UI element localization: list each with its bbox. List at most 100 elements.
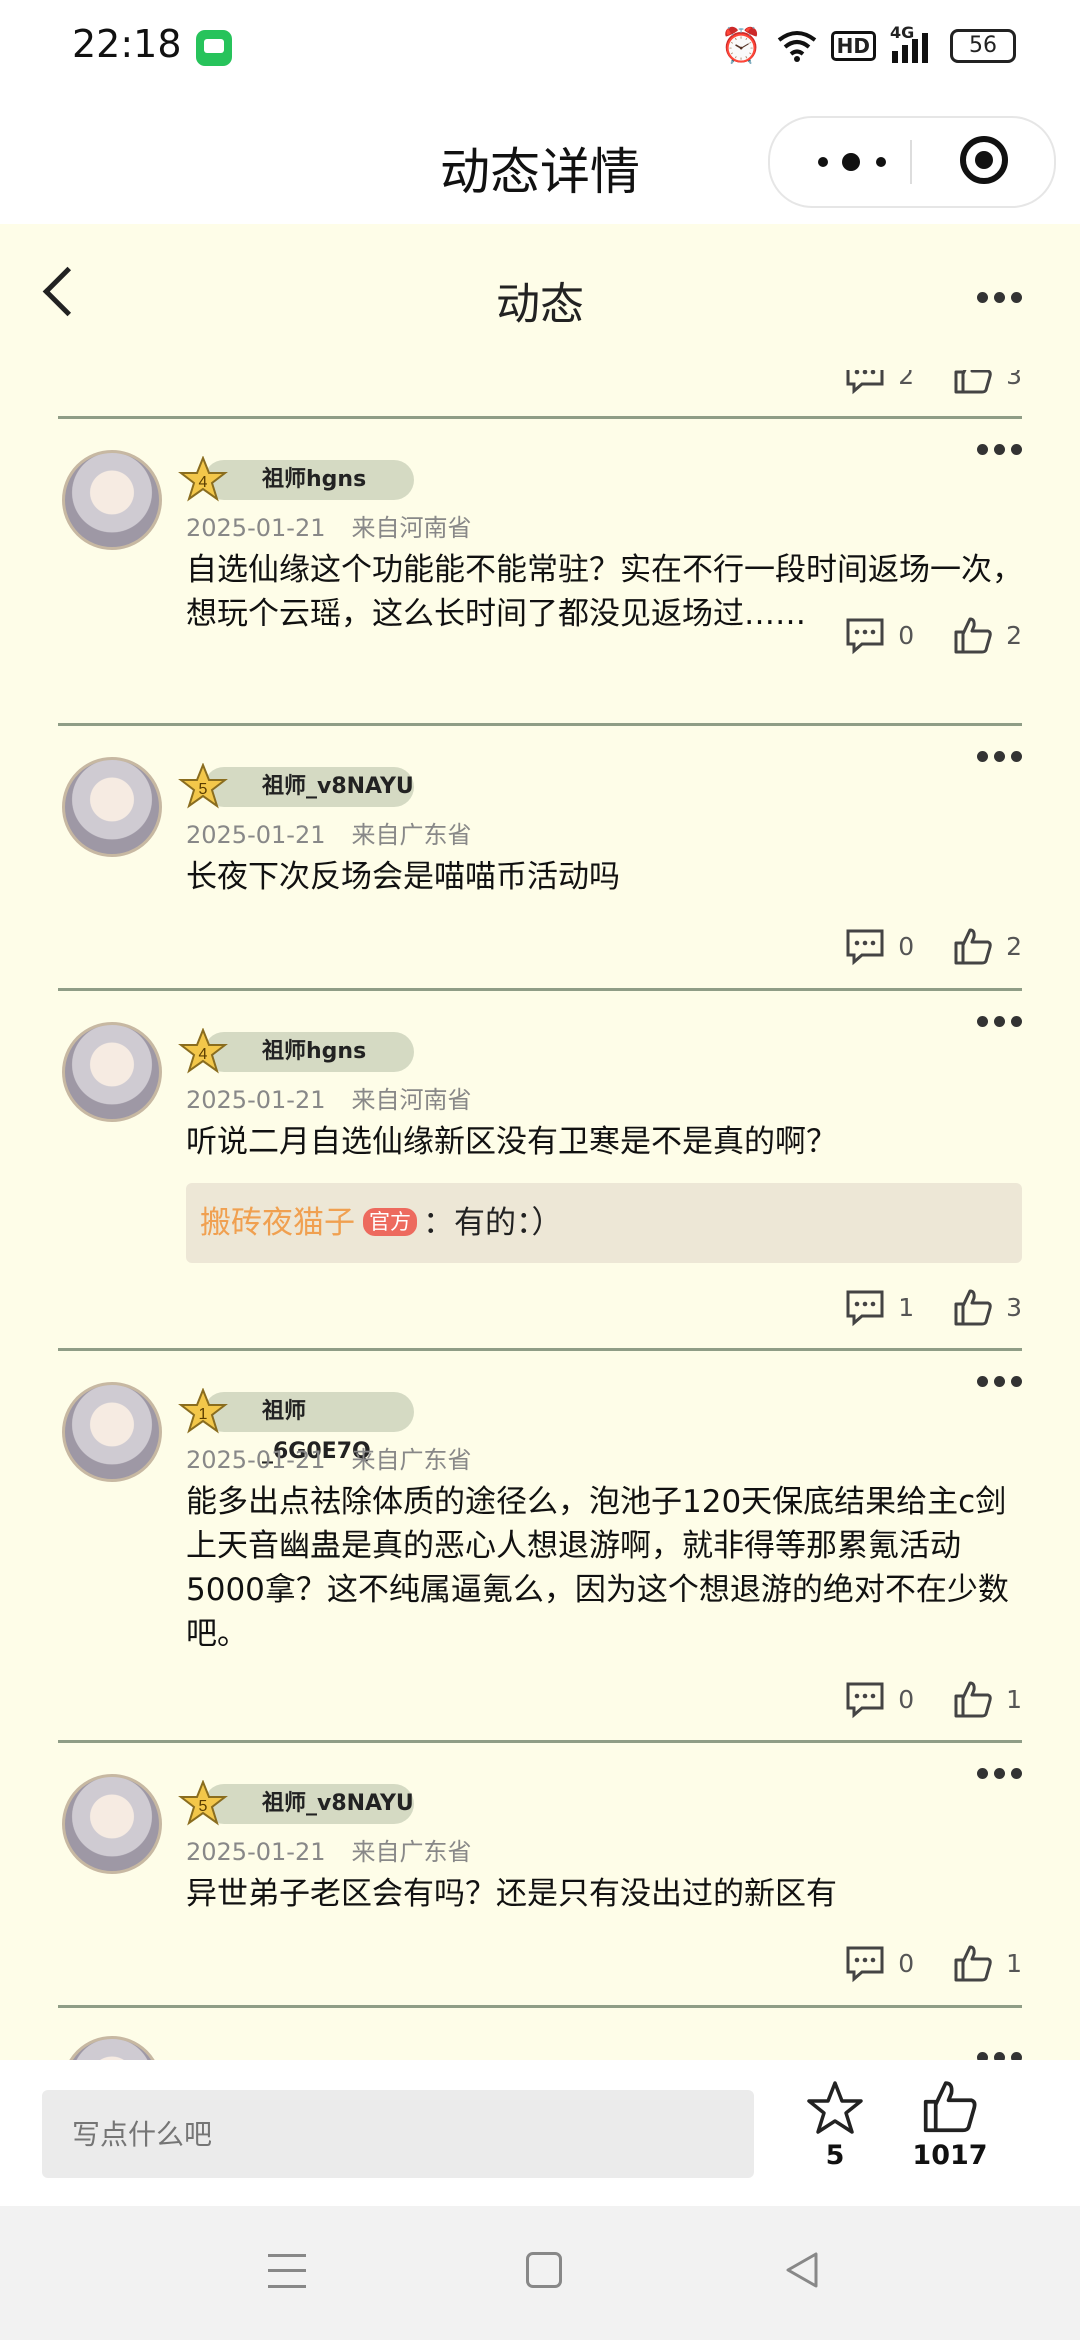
username[interactable]: 祖师hgns (204, 460, 414, 500)
username[interactable]: 祖师hgns (204, 1032, 414, 1072)
post-meta: 2025-01-21 来自广东省 (186, 1440, 471, 1475)
post-item: 祖师_v8NAYU 5 2025-01-21 来自广东省 异世弟子老区会有吗？还是… (0, 1742, 1080, 2005)
like-count: 1 (1006, 1948, 1022, 1978)
post-meta: 2025-01-21 来自广东省 (186, 815, 471, 850)
official-reply[interactable]: 搬砖夜猫子 官方 ：有的：） (186, 1183, 1022, 1263)
post-item: 祖师hgns 4 2025-01-21 来自河南省 自选仙缘这个功能能不能常驻？实… (0, 418, 1080, 675)
comment-button[interactable]: 1 (844, 1286, 914, 1328)
avatar[interactable] (62, 1774, 162, 1874)
post-item: 祖师hgns 4 2025-01-21 来自河南省 听说二月自选仙缘新区没有卫寒是… (0, 990, 1080, 1348)
comment-feed[interactable]: 2 3 祖师hgns 4 2025-01-21 来自河南省 自选仙缘这个功能能不能… (0, 370, 1080, 2060)
thumbs-up-icon (954, 1289, 992, 1326)
capsule-divider (910, 140, 912, 184)
thumbs-up-icon (954, 1681, 992, 1718)
post-like-button[interactable]: 1017 (910, 2076, 990, 2171)
post-actions: 0 1 (806, 1674, 1022, 1724)
like-count: 3 (1006, 1292, 1022, 1322)
capsule-menu (768, 116, 1056, 208)
avatar[interactable] (62, 1382, 162, 1482)
like-button[interactable]: 2 (952, 614, 1022, 656)
comment-input[interactable] (42, 2090, 754, 2178)
comment-button[interactable]: 2 (844, 370, 914, 396)
more-dots-icon[interactable] (977, 1016, 1022, 1027)
comment-button[interactable]: 0 (844, 1942, 914, 1984)
like-button[interactable]: 3 (952, 1286, 1022, 1328)
more-dots-icon[interactable] (977, 444, 1022, 455)
post-meta: 2025-01-21 来自河南省 (186, 1080, 471, 1115)
username[interactable]: 祖师_6G0E7Q (204, 1392, 414, 1464)
more-dots-icon[interactable] (977, 751, 1022, 762)
battery-icon: 56 (950, 29, 1016, 63)
like-button[interactable]: 2 (952, 925, 1022, 967)
more-dots-icon[interactable] (977, 1768, 1022, 1779)
post-content: 听说二月自选仙缘新区没有卫寒是不是真的啊？ (186, 1124, 837, 1160)
avatar[interactable] (62, 2036, 162, 2060)
like-button[interactable]: 1 (952, 1678, 1022, 1720)
like-count: 1 (1006, 1684, 1022, 1714)
like-count: 2 (1006, 931, 1022, 961)
username[interactable]: 祖师_v8NAYU (204, 1784, 414, 1824)
comment-count: 1 (898, 1292, 915, 1322)
comment-icon (846, 1290, 884, 1327)
post-actions: 0 2 (806, 921, 1022, 971)
username[interactable]: 祖师_v8NAYU (204, 767, 414, 807)
menu-icon[interactable] (268, 2254, 306, 2288)
post-location: 来自河南省 (351, 514, 472, 542)
post-actions: 0 1 (806, 1938, 1022, 1988)
thumbs-up-icon (954, 617, 992, 654)
post-date: 2025-01-21 (186, 1446, 326, 1474)
post-meta: 2025-01-21 来自广东省 (186, 1832, 471, 1867)
back-triangle-icon[interactable] (782, 2250, 822, 2290)
comment-count: 0 (898, 1948, 915, 1978)
level-star-icon: 4 (178, 1027, 228, 1074)
comment-bar: 5 1017 (0, 2060, 1080, 2206)
post-location: 来自广东省 (351, 1446, 472, 1474)
post-actions: 1 3 (806, 1282, 1022, 1332)
comment-button[interactable]: 0 (844, 1678, 914, 1720)
comment-button[interactable]: 0 (844, 925, 914, 967)
status-bar: 22:18 ⏰ HD 4G 56 (0, 0, 1080, 96)
page-nav: 动态 (0, 224, 1080, 370)
comment-count: 2 (898, 370, 915, 390)
avatar[interactable] (62, 450, 162, 550)
more-dots-icon[interactable] (977, 1376, 1022, 1387)
reply-text: 有的：） (454, 1205, 563, 1241)
level-number: 4 (199, 474, 208, 491)
favorite-button[interactable]: 5 (805, 2080, 865, 2171)
level-number: 5 (199, 1798, 208, 1815)
like-button[interactable]: 3 (952, 370, 1022, 396)
home-icon[interactable] (526, 2252, 562, 2288)
level-number: 4 (199, 1046, 208, 1063)
more-dots-icon[interactable] (977, 2052, 1022, 2060)
like-button[interactable]: 1 (952, 1942, 1022, 1984)
avatar[interactable] (62, 1022, 162, 1122)
post-content: 异世弟子老区会有吗？还是只有没出过的新区有 (186, 1876, 837, 1912)
star-icon (807, 2081, 863, 2134)
more-dots-icon[interactable] (810, 138, 910, 186)
level-star-icon: 5 (178, 762, 228, 809)
close-target-icon[interactable] (960, 136, 1008, 184)
avatar[interactable] (62, 757, 162, 857)
thumbs-up-icon (954, 370, 992, 394)
nav-title: 动态 (496, 279, 584, 330)
wechat-icon (196, 30, 232, 66)
more-dots-icon[interactable] (977, 292, 1022, 303)
like-count: 2 (1006, 620, 1022, 650)
reply-separator: ： (423, 1205, 454, 1241)
post-content: 长夜下次反场会是喵喵币活动吗 (186, 859, 620, 895)
status-time: 22:18 (72, 22, 182, 66)
official-badge: 官方 (363, 1207, 417, 1236)
like-count: 3 (1006, 370, 1022, 390)
comment-button[interactable]: 0 (844, 614, 914, 656)
post-item: 祖师_6G0E7Q 1 2025-01-21 来自广东省 能多出点祛除体质的途径么… (0, 1350, 1080, 1740)
comment-count: 0 (898, 931, 915, 961)
comment-icon (846, 370, 884, 395)
comment-count: 0 (898, 1684, 915, 1714)
post-date: 2025-01-21 (186, 514, 326, 542)
status-icons: ⏰ HD 4G 56 (720, 23, 1016, 66)
level-star-icon: 5 (178, 1779, 228, 1826)
alarm-icon: ⏰ (720, 26, 763, 66)
reply-author: 搬砖夜猫子 (200, 1205, 355, 1241)
wifi-icon (777, 31, 816, 62)
thumbs-up-icon (954, 928, 992, 965)
